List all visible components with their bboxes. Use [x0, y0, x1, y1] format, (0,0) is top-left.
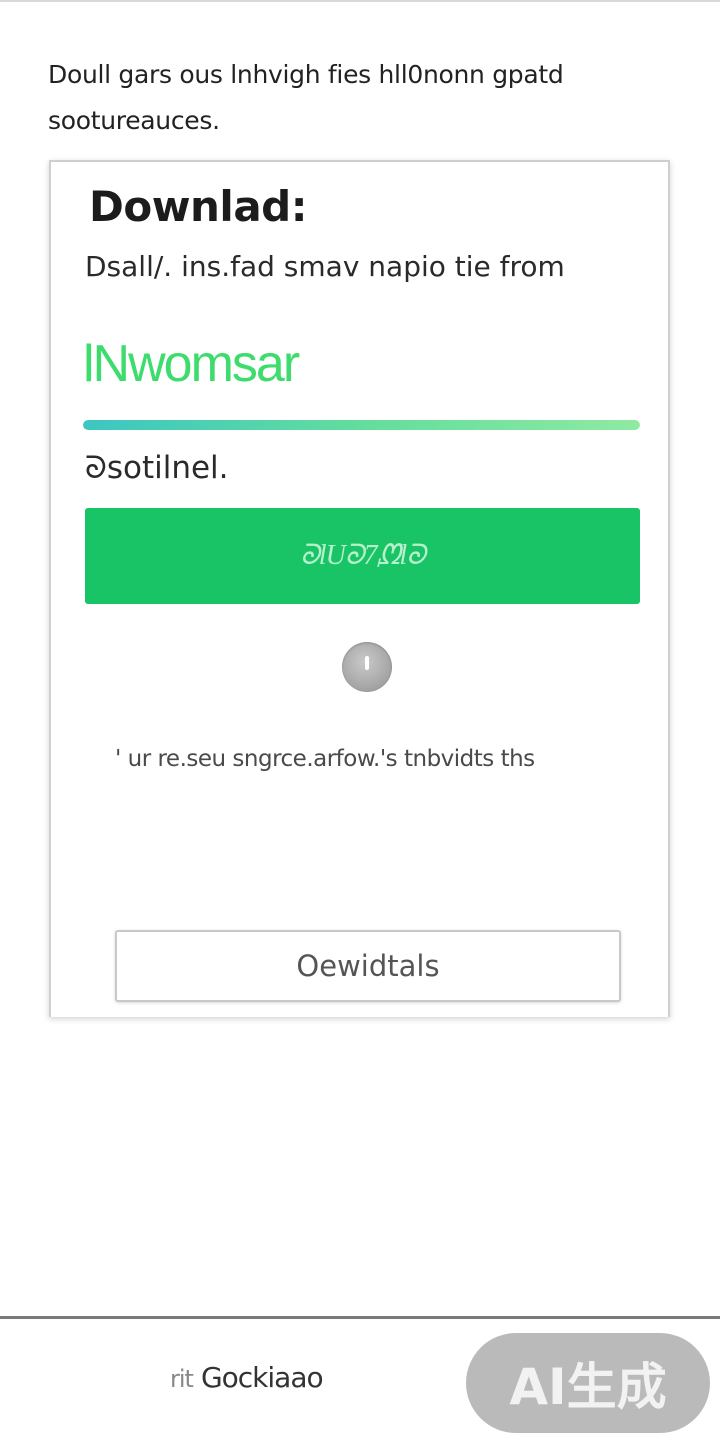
note-text: ' ur re.seu sngrce.arfow.'s tnbvidts ths	[115, 746, 535, 772]
intro-text: Doull gars ous lnhvigh fies hll0nonn gpa…	[48, 52, 648, 144]
card-subtitle: Dsall/. ins.fad smav napio tie from	[85, 250, 565, 283]
file-name-label: lNwomsar	[83, 335, 300, 393]
intro-line-2: sootureauces.	[48, 106, 220, 135]
loading-spinner-icon	[342, 642, 392, 692]
app-screen: Doull gars ous lnhvigh fies hll0nonn gpa…	[0, 0, 720, 1440]
card-title: Downlad:	[89, 182, 308, 231]
download-button[interactable]: ᘐlUᘐ7ᘻlᘐ	[85, 508, 640, 604]
top-divider	[0, 0, 720, 2]
intro-line-1: Doull gars ous lnhvigh fies hll0nonn gpa…	[48, 60, 564, 89]
bottom-link[interactable]: rit Gockiaao	[170, 1361, 324, 1394]
bottom-link-label: Gockiaao	[200, 1361, 324, 1394]
download-card: Downlad: Dsall/. ins.fad smav napio tie …	[49, 160, 670, 1017]
progress-bar	[83, 420, 640, 430]
spinner-mark	[365, 656, 369, 670]
details-button[interactable]: Oewidtals	[115, 930, 621, 1002]
ai-generated-badge: AI生成	[466, 1333, 710, 1433]
progress-fill	[83, 420, 640, 430]
bottom-link-prefix: rit	[170, 1365, 194, 1393]
bottom-bar: rit Gockiaao AI生成	[0, 1316, 720, 1440]
status-label: ᘐsotilnel.	[85, 450, 229, 486]
